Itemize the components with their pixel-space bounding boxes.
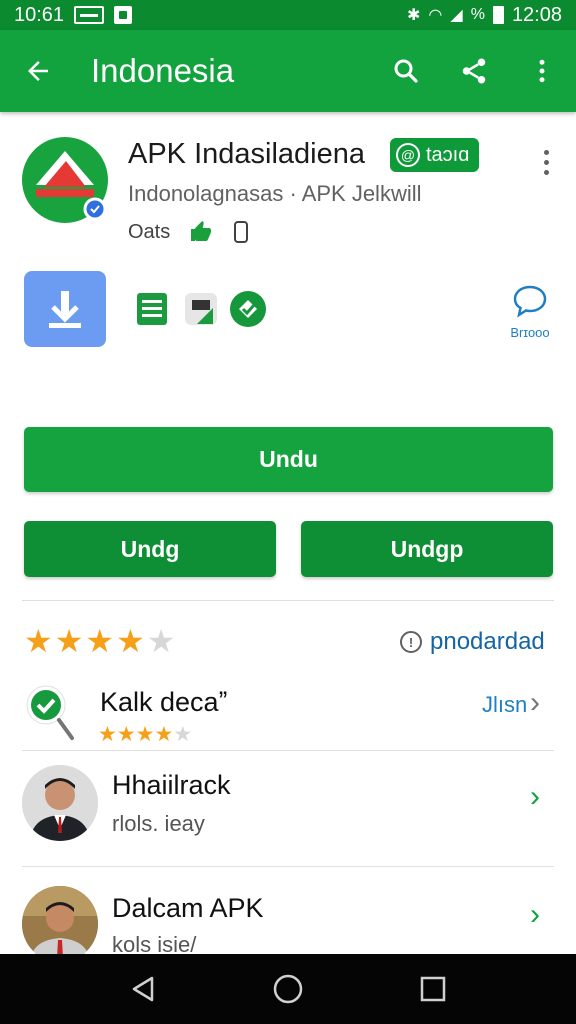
- battery-icon: [492, 6, 504, 24]
- signal-icon: ◢: [450, 7, 463, 24]
- info-icon: !: [400, 631, 422, 653]
- star-empty-icon: ★: [146, 623, 176, 659]
- developer-name[interactable]: Indonolagnasas · APK Jelkwill: [128, 181, 422, 207]
- search-icon: [394, 59, 418, 83]
- more-vert-icon: [539, 59, 545, 83]
- device-icon: [234, 221, 249, 243]
- download-app-icon[interactable]: [24, 271, 106, 347]
- share-icon: [462, 58, 486, 84]
- system-nav-bar: [0, 954, 576, 1024]
- rating-stars: ★ ★ ★ ★ ★: [24, 622, 175, 660]
- chat-bubble-icon: [513, 285, 547, 318]
- app-meta: Oats: [128, 220, 250, 244]
- divider: [22, 866, 554, 867]
- nav-back-icon: [132, 976, 153, 1002]
- star-icon: ★: [154, 723, 174, 746]
- app-notification-icon: [114, 6, 133, 24]
- chat-button[interactable]: Brɪooo: [500, 284, 560, 340]
- star-icon: ★: [98, 723, 117, 746]
- list-item-title: Dalcam APK: [112, 893, 264, 923]
- star-icon: ★: [116, 623, 145, 659]
- app-bar: Indonesia: [0, 30, 576, 112]
- page-title: Indonesia: [91, 52, 235, 89]
- chevron-right-icon: ›: [530, 898, 540, 931]
- star-icon: ★: [85, 623, 115, 659]
- thumbs-up-icon: [191, 221, 212, 241]
- meta-label: Oats: [128, 220, 171, 243]
- notification-icon: [74, 6, 105, 24]
- star-icon: ★: [135, 723, 155, 746]
- download-button[interactable]: Undu: [24, 427, 553, 492]
- app-name: APK Indasiladiena: [128, 138, 365, 170]
- avatar: [22, 765, 98, 841]
- list-item-title: Kalk decaˮ: [100, 687, 228, 717]
- app-logo: [22, 137, 108, 223]
- star-empty-icon: ★: [173, 723, 193, 746]
- bluetooth-icon: ✱: [407, 7, 421, 24]
- chevron-right-icon: ›: [530, 686, 540, 719]
- list-item-subtitle: rlols. ieay: [112, 811, 205, 836]
- divider: [22, 750, 554, 751]
- download-icon: [49, 291, 81, 328]
- star-icon: ★: [54, 623, 84, 659]
- arrow-back-icon: [28, 61, 48, 81]
- nav-recents-button[interactable]: [403, 959, 463, 1019]
- share-button[interactable]: [440, 30, 508, 112]
- editor-badge: @ taɔıɑ: [390, 138, 480, 172]
- verified-shield-icon[interactable]: [229, 290, 267, 328]
- nav-home-icon: [273, 974, 303, 1004]
- list-item-title: Hhaiilrack: [112, 770, 231, 800]
- search-button[interactable]: [372, 30, 440, 112]
- status-time-left: 10:61: [14, 3, 65, 26]
- status-time-right: 12:08: [511, 3, 562, 26]
- badge-icon: @: [396, 143, 420, 167]
- secondary-button-left[interactable]: Undg: [24, 521, 276, 577]
- secondary-button-right[interactable]: Undgp: [301, 521, 553, 577]
- popular-label: pnodardad: [430, 628, 545, 655]
- avatar: [22, 886, 98, 962]
- printer-icon[interactable]: [182, 290, 220, 328]
- overflow-menu-button[interactable]: [508, 30, 576, 112]
- app-more-button[interactable]: [532, 142, 560, 182]
- star-icon: ★: [116, 723, 136, 746]
- list-item-link[interactable]: Jlısn: [482, 692, 527, 718]
- badge-label: taɔıɑ: [426, 143, 470, 166]
- chat-label: Brɪooo: [510, 325, 550, 340]
- wifi-icon: ◠: [428, 7, 443, 24]
- document-icon[interactable]: [133, 290, 171, 328]
- popular-link[interactable]: ! pnodardad: [400, 628, 545, 656]
- nav-back-button[interactable]: [113, 959, 173, 1019]
- verified-check-icon: [26, 684, 76, 742]
- divider: [22, 600, 554, 601]
- back-button[interactable]: [0, 30, 76, 112]
- status-bar: 10:61 ✱ ◠ ◢ % 12:08: [0, 0, 576, 30]
- battery-percent: %: [470, 6, 485, 23]
- nav-home-button[interactable]: [258, 959, 318, 1019]
- chevron-right-icon: ›: [530, 780, 540, 813]
- list-item-stars: ★ ★ ★ ★ ★: [98, 722, 192, 747]
- star-icon: ★: [24, 623, 53, 659]
- nav-recents-icon: [421, 976, 446, 1002]
